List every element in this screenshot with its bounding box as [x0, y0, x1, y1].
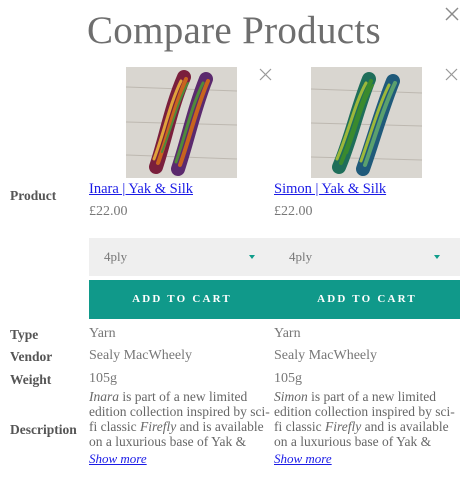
remove-product-icon[interactable]	[259, 68, 272, 81]
close-icon[interactable]	[444, 6, 460, 22]
product-vendor: Sealy MacWheely	[274, 348, 378, 363]
product-vendor: Sealy MacWheely	[89, 348, 193, 363]
product-price: £22.00	[274, 204, 313, 219]
product-type: Yarn	[89, 326, 116, 341]
remove-product-icon[interactable]	[445, 68, 458, 81]
row-label-type: Type	[10, 327, 39, 342]
page-title: Compare Products	[86, 9, 381, 52]
variant-value: 4ply	[104, 249, 128, 264]
show-more-link[interactable]: Show more	[274, 451, 332, 467]
row-label-weight: Weight	[10, 372, 52, 387]
variant-value: 4ply	[289, 249, 313, 264]
product-weight: 105g	[274, 371, 302, 386]
product-weight: 105g	[89, 371, 117, 386]
row-label-description: Description	[10, 422, 77, 437]
chevron-down-icon	[434, 255, 440, 259]
product-link[interactable]: Inara | Yak & Silk	[89, 181, 193, 198]
chevron-down-icon	[249, 255, 255, 259]
product-type: Yarn	[274, 326, 301, 341]
product-price: £22.00	[89, 204, 128, 219]
show-more-link[interactable]: Show more	[89, 451, 147, 467]
add-to-cart-button[interactable]: ADD TO CART	[274, 280, 460, 319]
variant-select[interactable]: 4ply	[89, 238, 275, 276]
product-link[interactable]: Simon | Yak & Silk	[274, 181, 386, 198]
row-label-product: Product	[10, 188, 57, 203]
product-description: Simon is part of a new limited edition c…	[274, 389, 455, 449]
product-image-inara[interactable]	[126, 67, 237, 178]
variant-select[interactable]: 4ply	[274, 238, 460, 276]
product-image-simon[interactable]	[311, 67, 422, 178]
add-to-cart-button[interactable]: ADD TO CART	[89, 280, 275, 319]
product-description: Inara is part of a new limited edition c…	[89, 389, 270, 449]
row-label-vendor: Vendor	[10, 349, 53, 364]
